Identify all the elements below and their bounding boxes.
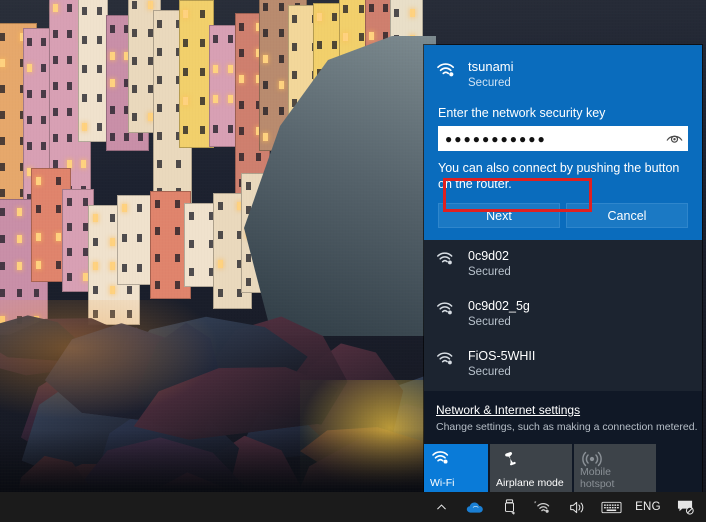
tray-touch-keyboard[interactable]: [594, 492, 628, 522]
wifi-icon: [436, 59, 462, 79]
quick-action-tile[interactable]: Airplane mode: [490, 444, 572, 492]
chevron-up-icon: [435, 501, 448, 514]
network-item-status: Secured: [468, 316, 511, 328]
wifi-icon: [436, 348, 462, 367]
network-item-status: Secured: [468, 366, 511, 378]
airplane-icon: [497, 450, 519, 475]
network-list-item[interactable]: CableWiFi: [424, 390, 702, 391]
network-item-status: Secured: [468, 266, 511, 278]
network-item-text: 0c9d02_5g Secured: [462, 298, 530, 330]
wifi-icon: *: [534, 500, 553, 515]
cancel-button[interactable]: Cancel: [566, 203, 688, 228]
network-list-item[interactable]: 0c9d02_5g Secured: [424, 290, 702, 340]
wifi-icon: [436, 298, 462, 317]
quick-action-label: Airplane mode: [496, 477, 564, 489]
connect-card: tsunami Secured Enter the network securi…: [424, 45, 702, 240]
tray-safely-remove-hardware[interactable]: [492, 492, 526, 522]
selected-network-name: tsunami: [468, 59, 514, 74]
selected-network-status: Secured: [468, 77, 511, 89]
tray-onedrive[interactable]: [458, 492, 492, 522]
wifi-icon: [431, 450, 452, 471]
selected-network-header[interactable]: tsunami Secured: [424, 55, 702, 93]
quick-actions-row: Wi-Fi Airplane mode Mobile hotspot: [424, 444, 702, 492]
password-input[interactable]: [439, 128, 661, 149]
network-settings-section: Network & Internet settings Change setti…: [424, 391, 702, 444]
quick-actions-spacer: [658, 444, 702, 492]
tray-input-language[interactable]: ENG: [628, 492, 668, 522]
network-item-name: 0c9d02: [468, 249, 510, 263]
wifi-icon: [436, 248, 462, 267]
network-item-text: 0c9d02 Secured: [462, 248, 511, 280]
tray-volume[interactable]: [560, 492, 594, 522]
quick-action-tile[interactable]: Wi-Fi: [424, 444, 488, 492]
taskbar: * ENG: [0, 492, 706, 522]
selected-network-text: tsunami Secured: [462, 59, 514, 91]
svg-text:*: *: [534, 501, 537, 507]
usb-icon: [503, 499, 516, 515]
keyboard-icon: [600, 501, 622, 514]
action-center-icon: [677, 499, 694, 515]
wifi-flyout-panel: tsunami Secured Enter the network securi…: [424, 45, 702, 492]
eye-icon[interactable]: [661, 128, 687, 149]
wps-hint: You can also connect by pushing the butt…: [438, 161, 680, 191]
next-button[interactable]: Next: [438, 203, 560, 228]
screen: tsunami Secured Enter the network securi…: [0, 0, 706, 522]
connect-button-row: Next Cancel: [424, 192, 702, 228]
network-item-name: FiOS-5WHII: [468, 349, 536, 363]
network-list: 0c9d02 Secured 0c9d02_5g Secured FiOS-5WHII S…: [424, 240, 702, 391]
quick-action-label: Wi-Fi: [430, 477, 455, 489]
network-internet-settings-link[interactable]: Network & Internet settings: [436, 402, 580, 418]
onedrive-icon: [466, 501, 484, 514]
password-field-wrapper[interactable]: [438, 126, 688, 151]
network-list-item[interactable]: FiOS-5WHII Secured: [424, 340, 702, 390]
tray-action-center[interactable]: [668, 492, 702, 522]
network-item-name: 0c9d02_5g: [468, 299, 530, 313]
system-tray: * ENG: [424, 492, 706, 522]
quick-action-tile[interactable]: Mobile hotspot: [574, 444, 656, 492]
security-key-prompt: Enter the network security key: [438, 106, 606, 120]
network-list-item[interactable]: 0c9d02 Secured: [424, 240, 702, 290]
quick-action-label: Mobile hotspot: [580, 466, 615, 490]
network-settings-description: Change settings, such as making a connec…: [436, 421, 698, 433]
tray-network[interactable]: *: [526, 492, 560, 522]
speaker-icon: [569, 500, 586, 515]
network-item-text: FiOS-5WHII Secured: [462, 348, 535, 380]
tray-show-hidden-icons[interactable]: [424, 492, 458, 522]
